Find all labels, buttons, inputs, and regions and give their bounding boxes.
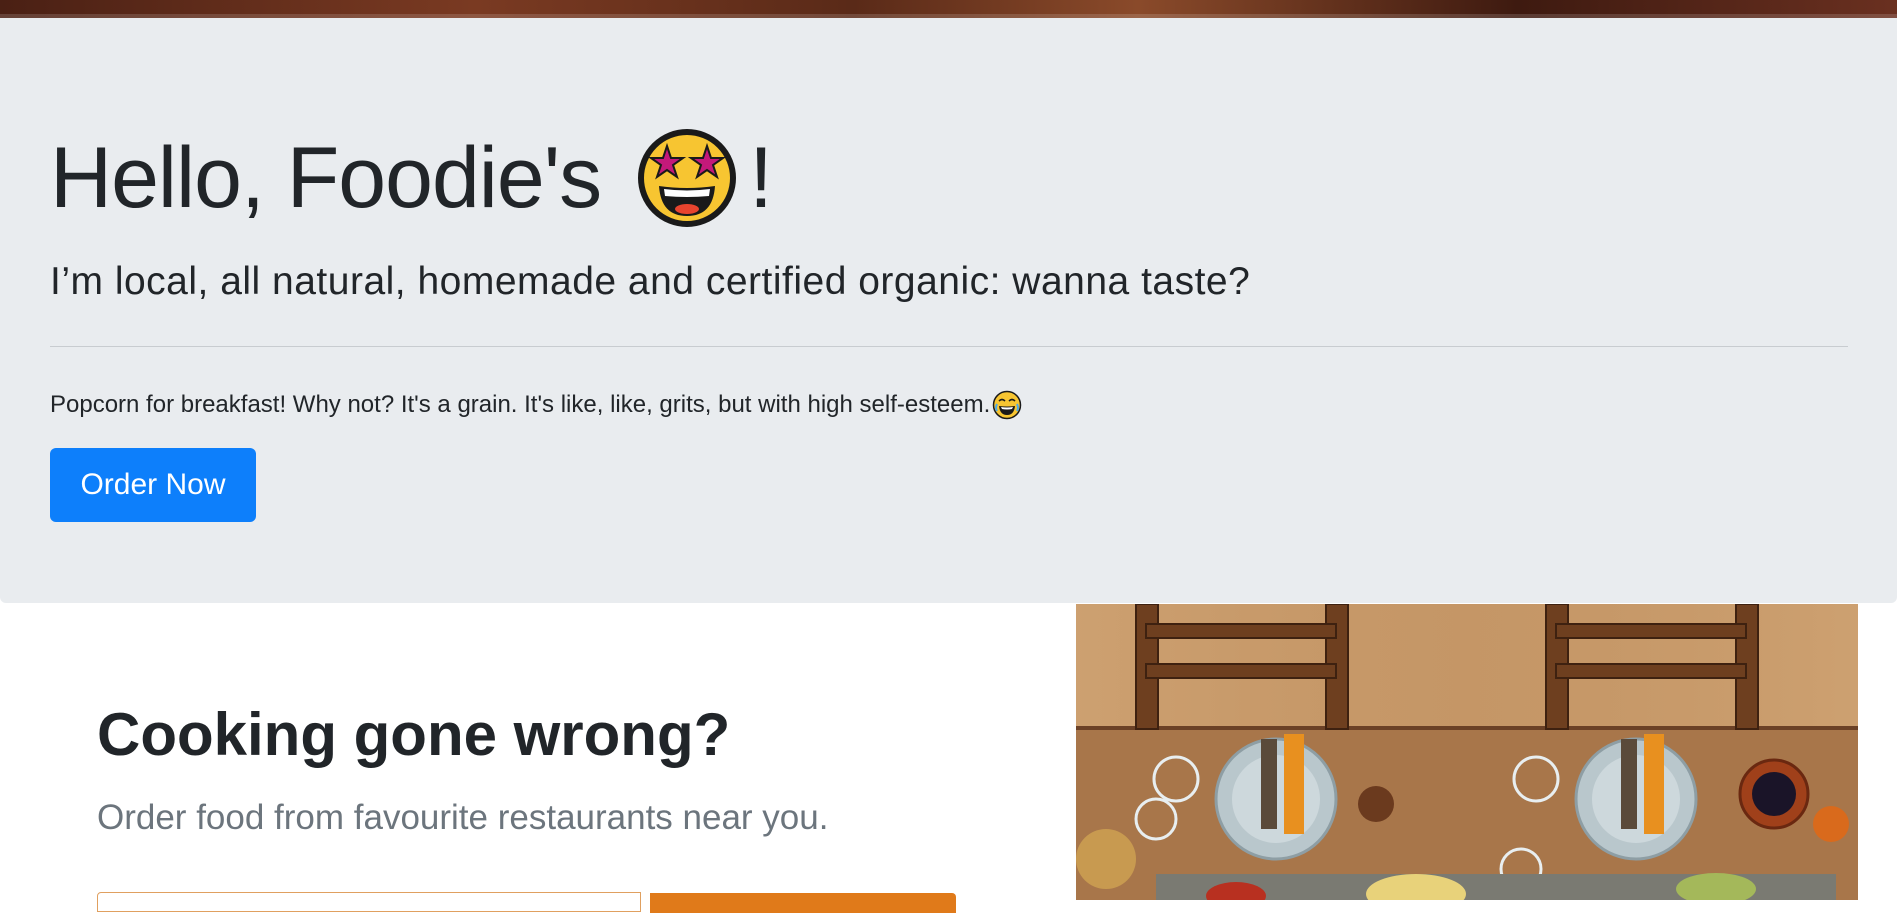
hero-lead-text: I’m local, all natural, homemade and cer…	[50, 260, 1251, 303]
hero-jumbotron: Hello, Foodie's ! I’m local, all natural…	[0, 18, 1897, 603]
dining-table-photo	[1076, 604, 1858, 900]
hero-body: Popcorn for breakfast! Why not? It's a g…	[50, 390, 1022, 420]
laughing-emoji-icon	[992, 390, 1022, 420]
hero-title-suffix: !	[749, 130, 773, 226]
order-now-button[interactable]: Order Now	[50, 448, 256, 522]
cooking-section-title: Cooking gone wrong?	[97, 701, 731, 768]
find-food-button[interactable]	[650, 893, 956, 913]
hero-body-text: Popcorn for breakfast! Why not? It's a g…	[50, 391, 991, 418]
address-input[interactable]	[97, 892, 641, 912]
hero-divider	[50, 346, 1848, 347]
hero-title: Hello, Foodie's !	[50, 128, 773, 228]
star-struck-emoji-icon	[637, 128, 737, 228]
hero-title-text: Hello, Foodie's	[50, 130, 602, 226]
header-banner-image	[0, 0, 1897, 18]
cooking-section-subtitle: Order food from favourite restaurants ne…	[97, 798, 829, 837]
